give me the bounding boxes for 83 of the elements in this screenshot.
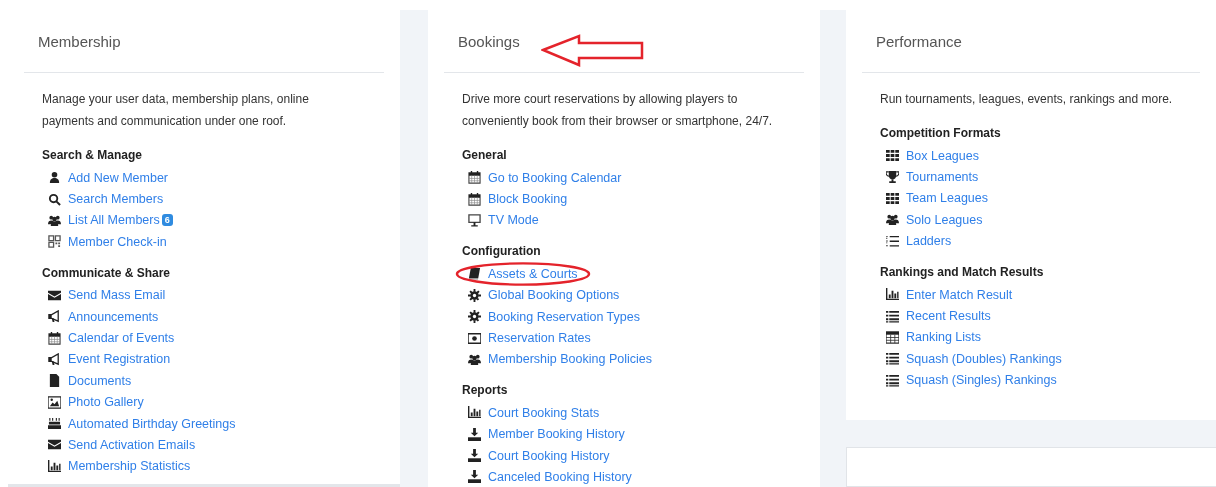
- section-heading: Configuration: [462, 244, 541, 259]
- count-badge: 6: [161, 214, 173, 227]
- card-title: Membership: [38, 32, 121, 50]
- download-icon: [468, 449, 481, 463]
- card-description: Drive more court reservations by allowing players to conveniently book from their browser or smartphone, 24/7.: [462, 91, 774, 130]
- menu-link[interactable]: Membership Statistics: [68, 459, 191, 474]
- bar-chart-icon: [468, 406, 481, 420]
- search-icon: [48, 192, 61, 206]
- list-icon: [886, 373, 899, 387]
- section-heading: Communicate & Share: [42, 265, 171, 280]
- users-icon: [886, 213, 899, 227]
- menu-link[interactable]: Box Leagues: [906, 148, 979, 163]
- book-icon: [468, 267, 481, 281]
- menu-link[interactable]: TV Mode: [488, 213, 539, 228]
- monitor-icon: [468, 213, 481, 227]
- users-icon: [468, 352, 481, 366]
- section-heading: General: [462, 148, 507, 162]
- menu-link[interactable]: Automated Birthday Greetings: [68, 416, 236, 431]
- grid-icon: [886, 191, 899, 205]
- calendar-icon: [48, 331, 61, 345]
- menu-link[interactable]: Court Booking History: [488, 448, 610, 463]
- menu-link[interactable]: Squash (Singles) Rankings: [906, 373, 1057, 388]
- menu-link[interactable]: Global Booking Options: [488, 288, 620, 303]
- menu-link[interactable]: Ladders: [906, 234, 952, 249]
- section-heading: Search & Manage: [42, 148, 143, 162]
- menu-link[interactable]: Ranking Lists: [906, 330, 982, 345]
- list-icon: [886, 352, 899, 366]
- gear-icon: [468, 288, 481, 302]
- card-description: Manage your user data, membership plans, online payments and communication under one roof.: [42, 91, 310, 130]
- menu-link[interactable]: Enter Match Result: [906, 287, 1013, 302]
- menu-link[interactable]: Membership Booking Policies: [488, 352, 652, 367]
- card-title: Performance: [876, 32, 962, 50]
- menu-link[interactable]: Add New Member: [68, 170, 169, 185]
- menu-link[interactable]: Event Registration: [68, 352, 171, 367]
- section-heading: Rankings and Match Results: [880, 264, 1044, 279]
- menu-link[interactable]: Search Members: [68, 192, 164, 207]
- envelope-icon: [48, 438, 61, 452]
- user-icon: [48, 171, 61, 185]
- list-icon: [886, 309, 899, 323]
- megaphone-icon: [48, 352, 61, 366]
- bar-chart-icon: [886, 288, 899, 302]
- menu-link[interactable]: Tournaments: [906, 170, 979, 185]
- table-icon: [886, 330, 899, 344]
- qr-code-icon: [48, 235, 61, 249]
- grid-icon: [886, 149, 899, 163]
- download-icon: [468, 470, 481, 484]
- menu-link[interactable]: Calendar of Events: [68, 331, 175, 346]
- banknote-icon: [468, 331, 481, 345]
- menu-link[interactable]: Recent Results: [906, 309, 991, 324]
- menu-link[interactable]: Send Mass Email: [68, 288, 166, 303]
- menu-link[interactable]: Canceled Booking History: [488, 470, 632, 484]
- section-heading: Competition Formats: [880, 126, 1001, 140]
- cake-icon: [48, 417, 61, 431]
- numbered-list-icon: [886, 234, 899, 248]
- card-description: Run tournaments, leagues, events, rankings and more.: [880, 91, 1174, 108]
- menu-link[interactable]: List All Members: [68, 213, 160, 228]
- calendar-icon: [468, 171, 481, 185]
- menu-link[interactable]: Member Booking History: [488, 427, 625, 442]
- trophy-icon: [886, 170, 899, 184]
- menu-link[interactable]: Booking Reservation Types: [488, 309, 640, 324]
- card-title: Bookings: [458, 32, 520, 50]
- menu-link[interactable]: Send Activation Emails: [68, 438, 196, 452]
- menu-link[interactable]: Go to Booking Calendar: [488, 170, 622, 185]
- menu-link[interactable]: Block Booking: [488, 192, 568, 207]
- image-icon: [48, 395, 61, 409]
- menu-link[interactable]: Announcements: [68, 309, 159, 324]
- envelope-icon: [48, 288, 61, 302]
- users-icon: [48, 213, 61, 227]
- download-icon: [468, 427, 481, 441]
- document-icon: [48, 374, 61, 388]
- section-heading: Reports: [462, 383, 508, 398]
- menu-link[interactable]: Court Booking Stats: [488, 405, 600, 420]
- menu-link[interactable]: Documents: [68, 373, 132, 388]
- menu-link[interactable]: Reservation Rates: [488, 331, 591, 346]
- calendar-icon: [468, 192, 481, 206]
- menu-link[interactable]: Member Check-in: [68, 234, 167, 249]
- menu-link[interactable]: Team Leagues: [906, 191, 988, 206]
- bar-chart-icon: [48, 459, 61, 473]
- menu-link[interactable]: Photo Gallery: [68, 395, 144, 410]
- menu-link[interactable]: Squash (Doubles) Rankings: [906, 351, 1062, 366]
- gear-icon: [468, 310, 481, 324]
- megaphone-icon: [48, 310, 61, 324]
- menu-link[interactable]: Solo Leagues: [906, 212, 983, 227]
